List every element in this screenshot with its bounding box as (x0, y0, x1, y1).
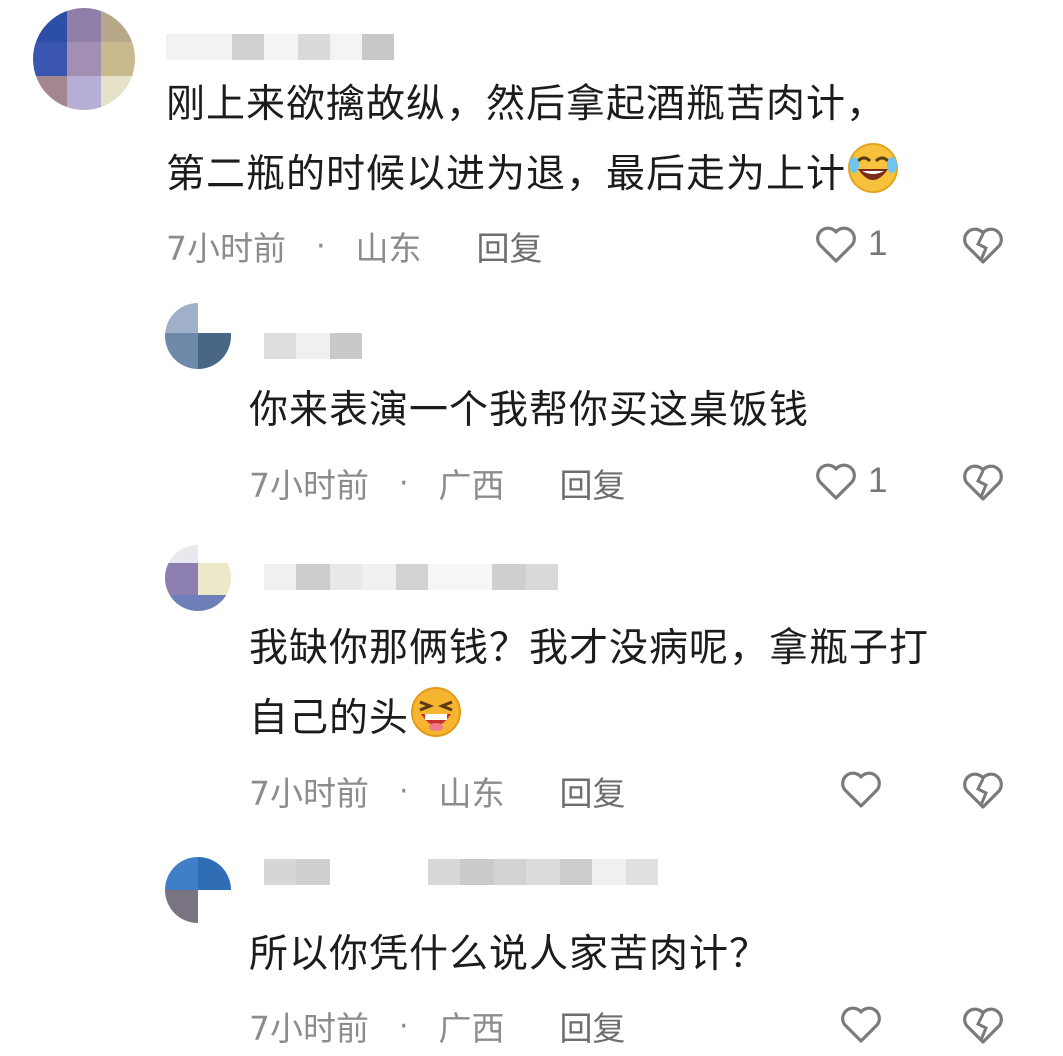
comment-meta: 7小时前 · 广西 回复 (249, 458, 626, 508)
avatar[interactable] (33, 8, 135, 110)
comment-meta: 7小时前 · 山东 回复 (166, 221, 543, 271)
like-button[interactable] (837, 999, 885, 1049)
broken-heart-icon[interactable] (958, 220, 1008, 270)
laughing-emoji-icon (411, 687, 462, 737)
comment-meta: 7小时前 · 山东 回复 (249, 766, 626, 816)
comment-text-line: 自己的头 (249, 684, 929, 754)
reply-button[interactable]: 回复 (560, 1002, 626, 1050)
timestamp: 7小时前 (249, 1009, 369, 1048)
meta-separator: · (399, 465, 409, 501)
heart-icon (841, 771, 881, 808)
heart-icon (816, 226, 856, 263)
broken-heart-icon[interactable] (958, 1000, 1008, 1050)
comment-text: 你来表演一个我帮你买这桌饭钱 (249, 376, 809, 446)
heart-icon (841, 1006, 881, 1043)
comment-text-line: 我缺你那俩钱？我才没病呢，拿瓶子打 (249, 626, 930, 671)
avatar[interactable] (165, 545, 231, 611)
like-button[interactable]: 1 (812, 219, 887, 269)
comment-text: 刚上来欲擒故纵，然后拿起酒瓶苦肉计， 第二瓶的时候以进为退，最后走为上计 (166, 70, 900, 210)
reply-button[interactable]: 回复 (477, 222, 543, 270)
avatar[interactable] (165, 303, 231, 369)
like-count: 1 (868, 461, 888, 500)
broken-heart-icon[interactable] (958, 457, 1008, 507)
timestamp: 7小时前 (166, 229, 286, 268)
username-blurred[interactable] (264, 859, 658, 885)
like-button[interactable]: 1 (812, 456, 887, 506)
like-count: 1 (868, 224, 888, 263)
timestamp: 7小时前 (249, 466, 369, 505)
meta-separator: · (316, 228, 326, 264)
location: 广西 (438, 466, 505, 505)
like-button[interactable] (837, 764, 885, 814)
username-blurred[interactable] (264, 564, 558, 590)
location: 广西 (438, 1009, 505, 1048)
reply-button[interactable]: 回复 (560, 459, 626, 507)
rofl-emoji-icon (848, 143, 899, 193)
comment-text: 所以你凭什么说人家苦肉计？ (249, 920, 769, 990)
meta-separator: · (399, 1008, 409, 1044)
location: 山东 (355, 229, 422, 268)
comment-text-line: 你来表演一个我帮你买这桌饭钱 (249, 388, 810, 433)
avatar[interactable] (165, 857, 231, 923)
username-blurred[interactable] (264, 333, 362, 359)
comment-text-line: 第二瓶的时候以进为退，最后走为上计 (166, 140, 900, 210)
comment-meta: 7小时前 · 广西 回复 (249, 1001, 626, 1051)
timestamp: 7小时前 (249, 774, 369, 813)
meta-separator: · (399, 773, 409, 809)
comment-text-line: 所以你凭什么说人家苦肉计？ (249, 932, 770, 977)
heart-icon (816, 463, 856, 500)
comment-text: 我缺你那俩钱？我才没病呢，拿瓶子打 自己的头 (249, 614, 929, 754)
reply-button[interactable]: 回复 (560, 767, 626, 815)
comment-text-line: 刚上来欲擒故纵，然后拿起酒瓶苦肉计， (166, 82, 887, 127)
username-blurred[interactable] (166, 34, 394, 60)
broken-heart-icon[interactable] (958, 765, 1008, 815)
location: 山东 (438, 774, 505, 813)
